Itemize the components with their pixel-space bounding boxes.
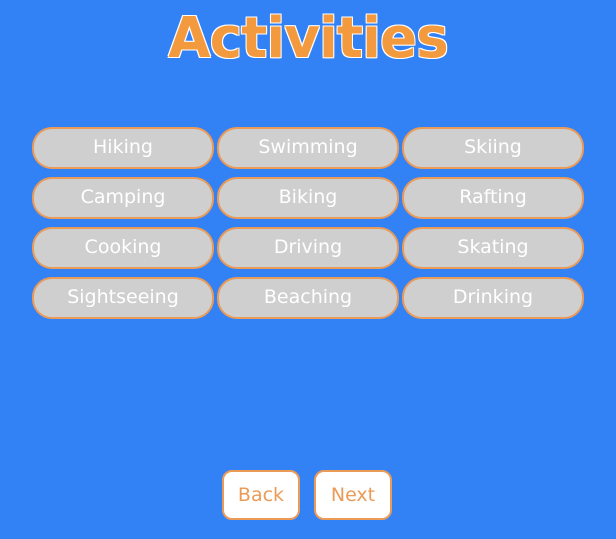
activity-grid: Hiking Swimming Skiing Camping Biking Ra… xyxy=(32,127,584,319)
activity-button-swimming[interactable]: Swimming xyxy=(217,127,399,169)
activity-button-driving[interactable]: Driving xyxy=(217,227,399,269)
activity-button-rafting[interactable]: Rafting xyxy=(402,177,584,219)
activity-button-camping[interactable]: Camping xyxy=(32,177,214,219)
page-title: Activities xyxy=(168,6,449,71)
activity-button-skating[interactable]: Skating xyxy=(402,227,584,269)
back-button[interactable]: Back xyxy=(222,470,300,520)
activity-button-drinking[interactable]: Drinking xyxy=(402,277,584,319)
activity-button-cooking[interactable]: Cooking xyxy=(32,227,214,269)
activity-button-skiing[interactable]: Skiing xyxy=(402,127,584,169)
activity-button-sightseeing[interactable]: Sightseeing xyxy=(32,277,214,319)
next-button[interactable]: Next xyxy=(314,470,392,520)
activity-button-beaching[interactable]: Beaching xyxy=(217,277,399,319)
activity-button-hiking[interactable]: Hiking xyxy=(32,127,214,169)
activity-button-biking[interactable]: Biking xyxy=(217,177,399,219)
